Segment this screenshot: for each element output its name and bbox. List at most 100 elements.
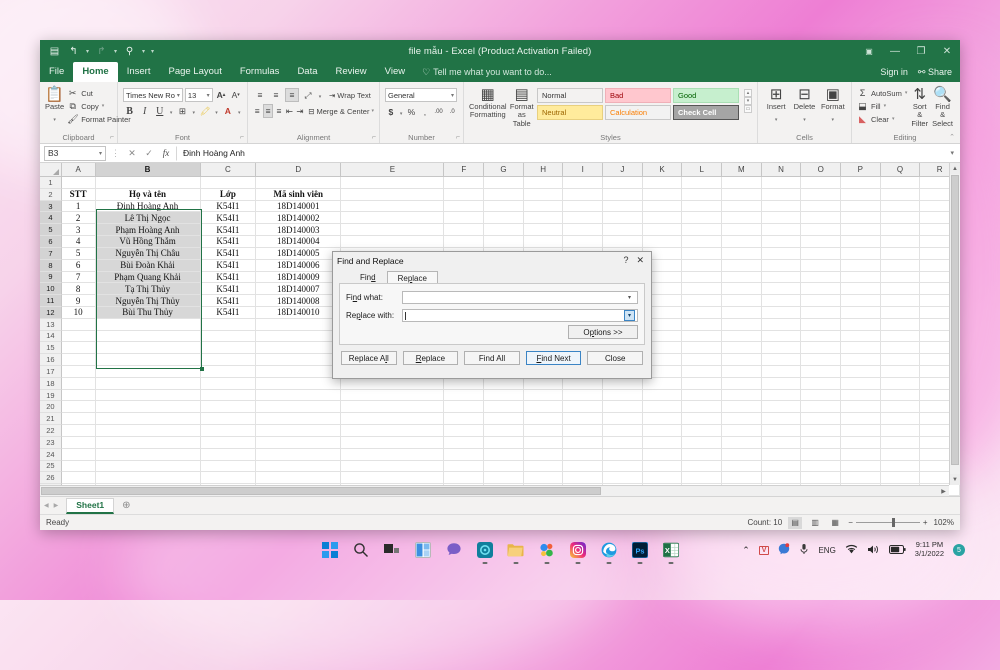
cell-J18[interactable] bbox=[603, 378, 643, 390]
cell-P21[interactable] bbox=[841, 413, 881, 425]
cell-C14[interactable] bbox=[201, 331, 257, 343]
column-header-g[interactable]: G bbox=[484, 163, 524, 176]
cell-F21[interactable] bbox=[444, 413, 484, 425]
cell-B6[interactable]: Vũ Hồng Thắm bbox=[96, 236, 201, 248]
cell-B25[interactable] bbox=[96, 461, 201, 473]
restore-icon[interactable]: ❐ bbox=[908, 40, 934, 62]
row-header-3[interactable]: 3 bbox=[40, 201, 62, 213]
cell-C10[interactable]: K54I1 bbox=[201, 283, 257, 295]
cell-O7[interactable] bbox=[801, 248, 841, 260]
cell-Q12[interactable] bbox=[881, 307, 921, 319]
cell-K4[interactable] bbox=[643, 212, 683, 224]
cell-E24[interactable] bbox=[341, 449, 444, 461]
cell-C8[interactable]: K54I1 bbox=[201, 260, 257, 272]
cell-B14[interactable] bbox=[96, 331, 201, 343]
cell-M8[interactable] bbox=[722, 260, 762, 272]
cell-A26[interactable] bbox=[62, 472, 96, 484]
cell-F25[interactable] bbox=[444, 461, 484, 473]
replace-all-button[interactable]: Replace All bbox=[341, 351, 397, 365]
cell-G19[interactable] bbox=[484, 390, 524, 402]
zalo-icon[interactable] bbox=[475, 540, 495, 560]
cell-H19[interactable] bbox=[524, 390, 564, 402]
cell-P16[interactable] bbox=[841, 354, 881, 366]
cell-A16[interactable] bbox=[62, 354, 96, 366]
cell-M26[interactable] bbox=[722, 472, 762, 484]
cell-F5[interactable] bbox=[444, 224, 484, 236]
cell-G26[interactable] bbox=[484, 472, 524, 484]
sort-filter-button[interactable]: ⇅ Sort & Filter bbox=[910, 85, 929, 128]
zoom-knob[interactable] bbox=[892, 518, 895, 527]
row-header-13[interactable]: 13 bbox=[40, 319, 62, 331]
page-break-icon[interactable]: ▦ bbox=[828, 517, 842, 529]
cell-E2[interactable] bbox=[341, 189, 444, 201]
cell-B24[interactable] bbox=[96, 449, 201, 461]
cell-D10[interactable]: 18D140007 bbox=[256, 283, 341, 295]
cell-C22[interactable] bbox=[201, 425, 257, 437]
cell-A20[interactable] bbox=[62, 401, 96, 413]
cell-N4[interactable] bbox=[762, 212, 802, 224]
cell-D13[interactable] bbox=[256, 319, 341, 331]
cell-C26[interactable] bbox=[201, 472, 257, 484]
cell-N6[interactable] bbox=[762, 236, 802, 248]
cell-B7[interactable]: Nguyễn Thị Châu bbox=[96, 248, 201, 260]
cell-A14[interactable] bbox=[62, 331, 96, 343]
increase-font-size-button[interactable]: A▴ bbox=[215, 88, 228, 102]
cell-K5[interactable] bbox=[643, 224, 683, 236]
font-color-dropdown-icon[interactable]: ▾ bbox=[236, 104, 242, 118]
cell-M16[interactable] bbox=[722, 354, 762, 366]
cell-I5[interactable] bbox=[563, 224, 603, 236]
cell-I4[interactable] bbox=[563, 212, 603, 224]
cell-H5[interactable] bbox=[524, 224, 564, 236]
cell-A8[interactable]: 6 bbox=[62, 260, 96, 272]
cell-E23[interactable] bbox=[341, 437, 444, 449]
battery-icon[interactable] bbox=[889, 545, 906, 556]
cell-D23[interactable] bbox=[256, 437, 341, 449]
cell-N14[interactable] bbox=[762, 331, 802, 343]
cell-C25[interactable] bbox=[201, 461, 257, 473]
cell-M2[interactable] bbox=[722, 189, 762, 201]
cell-Q13[interactable] bbox=[881, 319, 921, 331]
comma-style-button[interactable]: , bbox=[419, 105, 431, 119]
row-header-16[interactable]: 16 bbox=[40, 354, 62, 366]
cell-B23[interactable] bbox=[96, 437, 201, 449]
cell-F6[interactable] bbox=[444, 236, 484, 248]
replace-with-input[interactable]: ▾ bbox=[402, 309, 638, 322]
orientation-button[interactable]: ⤢ bbox=[301, 88, 315, 102]
cell-G3[interactable] bbox=[484, 201, 524, 213]
cell-B19[interactable] bbox=[96, 390, 201, 402]
style-check-cell[interactable]: Check Cell bbox=[673, 105, 739, 120]
gallery-scroll-up-icon[interactable]: ▴ bbox=[744, 89, 752, 97]
mic-icon[interactable] bbox=[799, 543, 809, 557]
cell-O9[interactable] bbox=[801, 272, 841, 284]
cell-Q25[interactable] bbox=[881, 461, 921, 473]
insert-cells-button[interactable]: ⊞ Insert ▾ bbox=[763, 85, 789, 125]
cell-C24[interactable] bbox=[201, 449, 257, 461]
cell-G25[interactable] bbox=[484, 461, 524, 473]
fill-color-button[interactable]: 🖍 bbox=[199, 104, 212, 118]
cell-F26[interactable] bbox=[444, 472, 484, 484]
find-all-button[interactable]: Find All bbox=[464, 351, 520, 365]
cell-K23[interactable] bbox=[643, 437, 683, 449]
cell-Q4[interactable] bbox=[881, 212, 921, 224]
cell-F4[interactable] bbox=[444, 212, 484, 224]
cell-F23[interactable] bbox=[444, 437, 484, 449]
cell-Q3[interactable] bbox=[881, 201, 921, 213]
style-neutral[interactable]: Neutral bbox=[537, 105, 603, 120]
cell-Q23[interactable] bbox=[881, 437, 921, 449]
cell-A6[interactable]: 4 bbox=[62, 236, 96, 248]
tab-home[interactable]: Home bbox=[73, 62, 117, 82]
cell-L11[interactable] bbox=[682, 295, 722, 307]
row-header-5[interactable]: 5 bbox=[40, 224, 62, 236]
cell-Q21[interactable] bbox=[881, 413, 921, 425]
cell-D17[interactable] bbox=[256, 366, 341, 378]
cell-J21[interactable] bbox=[603, 413, 643, 425]
cell-N26[interactable] bbox=[762, 472, 802, 484]
styles-gallery-scrollbar[interactable]: ▴ ▾ ▭ bbox=[742, 85, 752, 117]
delete-cells-button[interactable]: ⊟ Delete ▾ bbox=[791, 85, 817, 125]
cell-H4[interactable] bbox=[524, 212, 564, 224]
cell-M4[interactable] bbox=[722, 212, 762, 224]
cell-N20[interactable] bbox=[762, 401, 802, 413]
task-view-icon[interactable] bbox=[382, 540, 402, 560]
cell-C1[interactable] bbox=[201, 177, 257, 189]
cell-J23[interactable] bbox=[603, 437, 643, 449]
